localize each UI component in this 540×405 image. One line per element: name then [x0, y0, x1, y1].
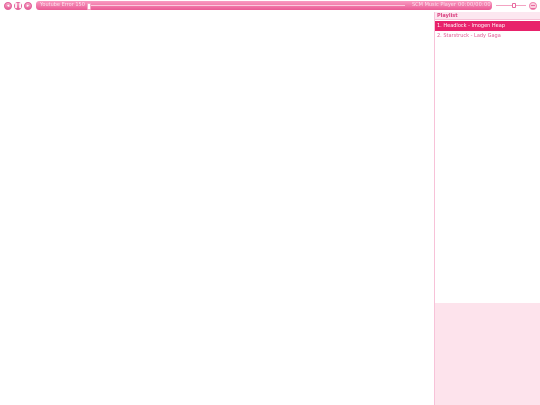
playlist-item[interactable]: 2. Starstruck - Lady Gaga — [435, 31, 540, 41]
seek-slider[interactable] — [87, 3, 405, 10]
status-text: Youtube Error 150 — [40, 2, 85, 8]
playlist-header: Playlist — [435, 12, 540, 20]
next-icon[interactable]: ▸ — [24, 2, 32, 10]
menu-icon[interactable] — [529, 2, 537, 10]
scm-player-window: ◂ ❚❚ ▸ Youtube Error 150 SCM Music Playe… — [0, 0, 540, 405]
playlist-panel: Playlist 1. Headlock - Imogen Heap 2. Sta… — [434, 12, 540, 405]
volume-handle[interactable] — [512, 3, 516, 8]
playlist-bottom-area — [435, 303, 540, 405]
track-info-bar: Youtube Error 150 SCM Music Player 00:00… — [36, 1, 492, 10]
video-area — [0, 12, 434, 405]
playlist-item[interactable]: 1. Headlock - Imogen Heap — [435, 21, 540, 31]
playlist-list: 1. Headlock - Imogen Heap 2. Starstruck -… — [435, 21, 540, 41]
player-bar: ◂ ❚❚ ▸ Youtube Error 150 SCM Music Playe… — [0, 0, 540, 12]
volume-slider[interactable] — [496, 5, 526, 6]
seek-handle[interactable] — [87, 3, 91, 10]
previous-icon[interactable]: ◂ — [4, 2, 12, 10]
pause-icon[interactable]: ❚❚ — [14, 2, 22, 10]
time-display: 00:00/00:00 — [458, 2, 491, 8]
player-title: SCM Music Player — [412, 2, 456, 8]
